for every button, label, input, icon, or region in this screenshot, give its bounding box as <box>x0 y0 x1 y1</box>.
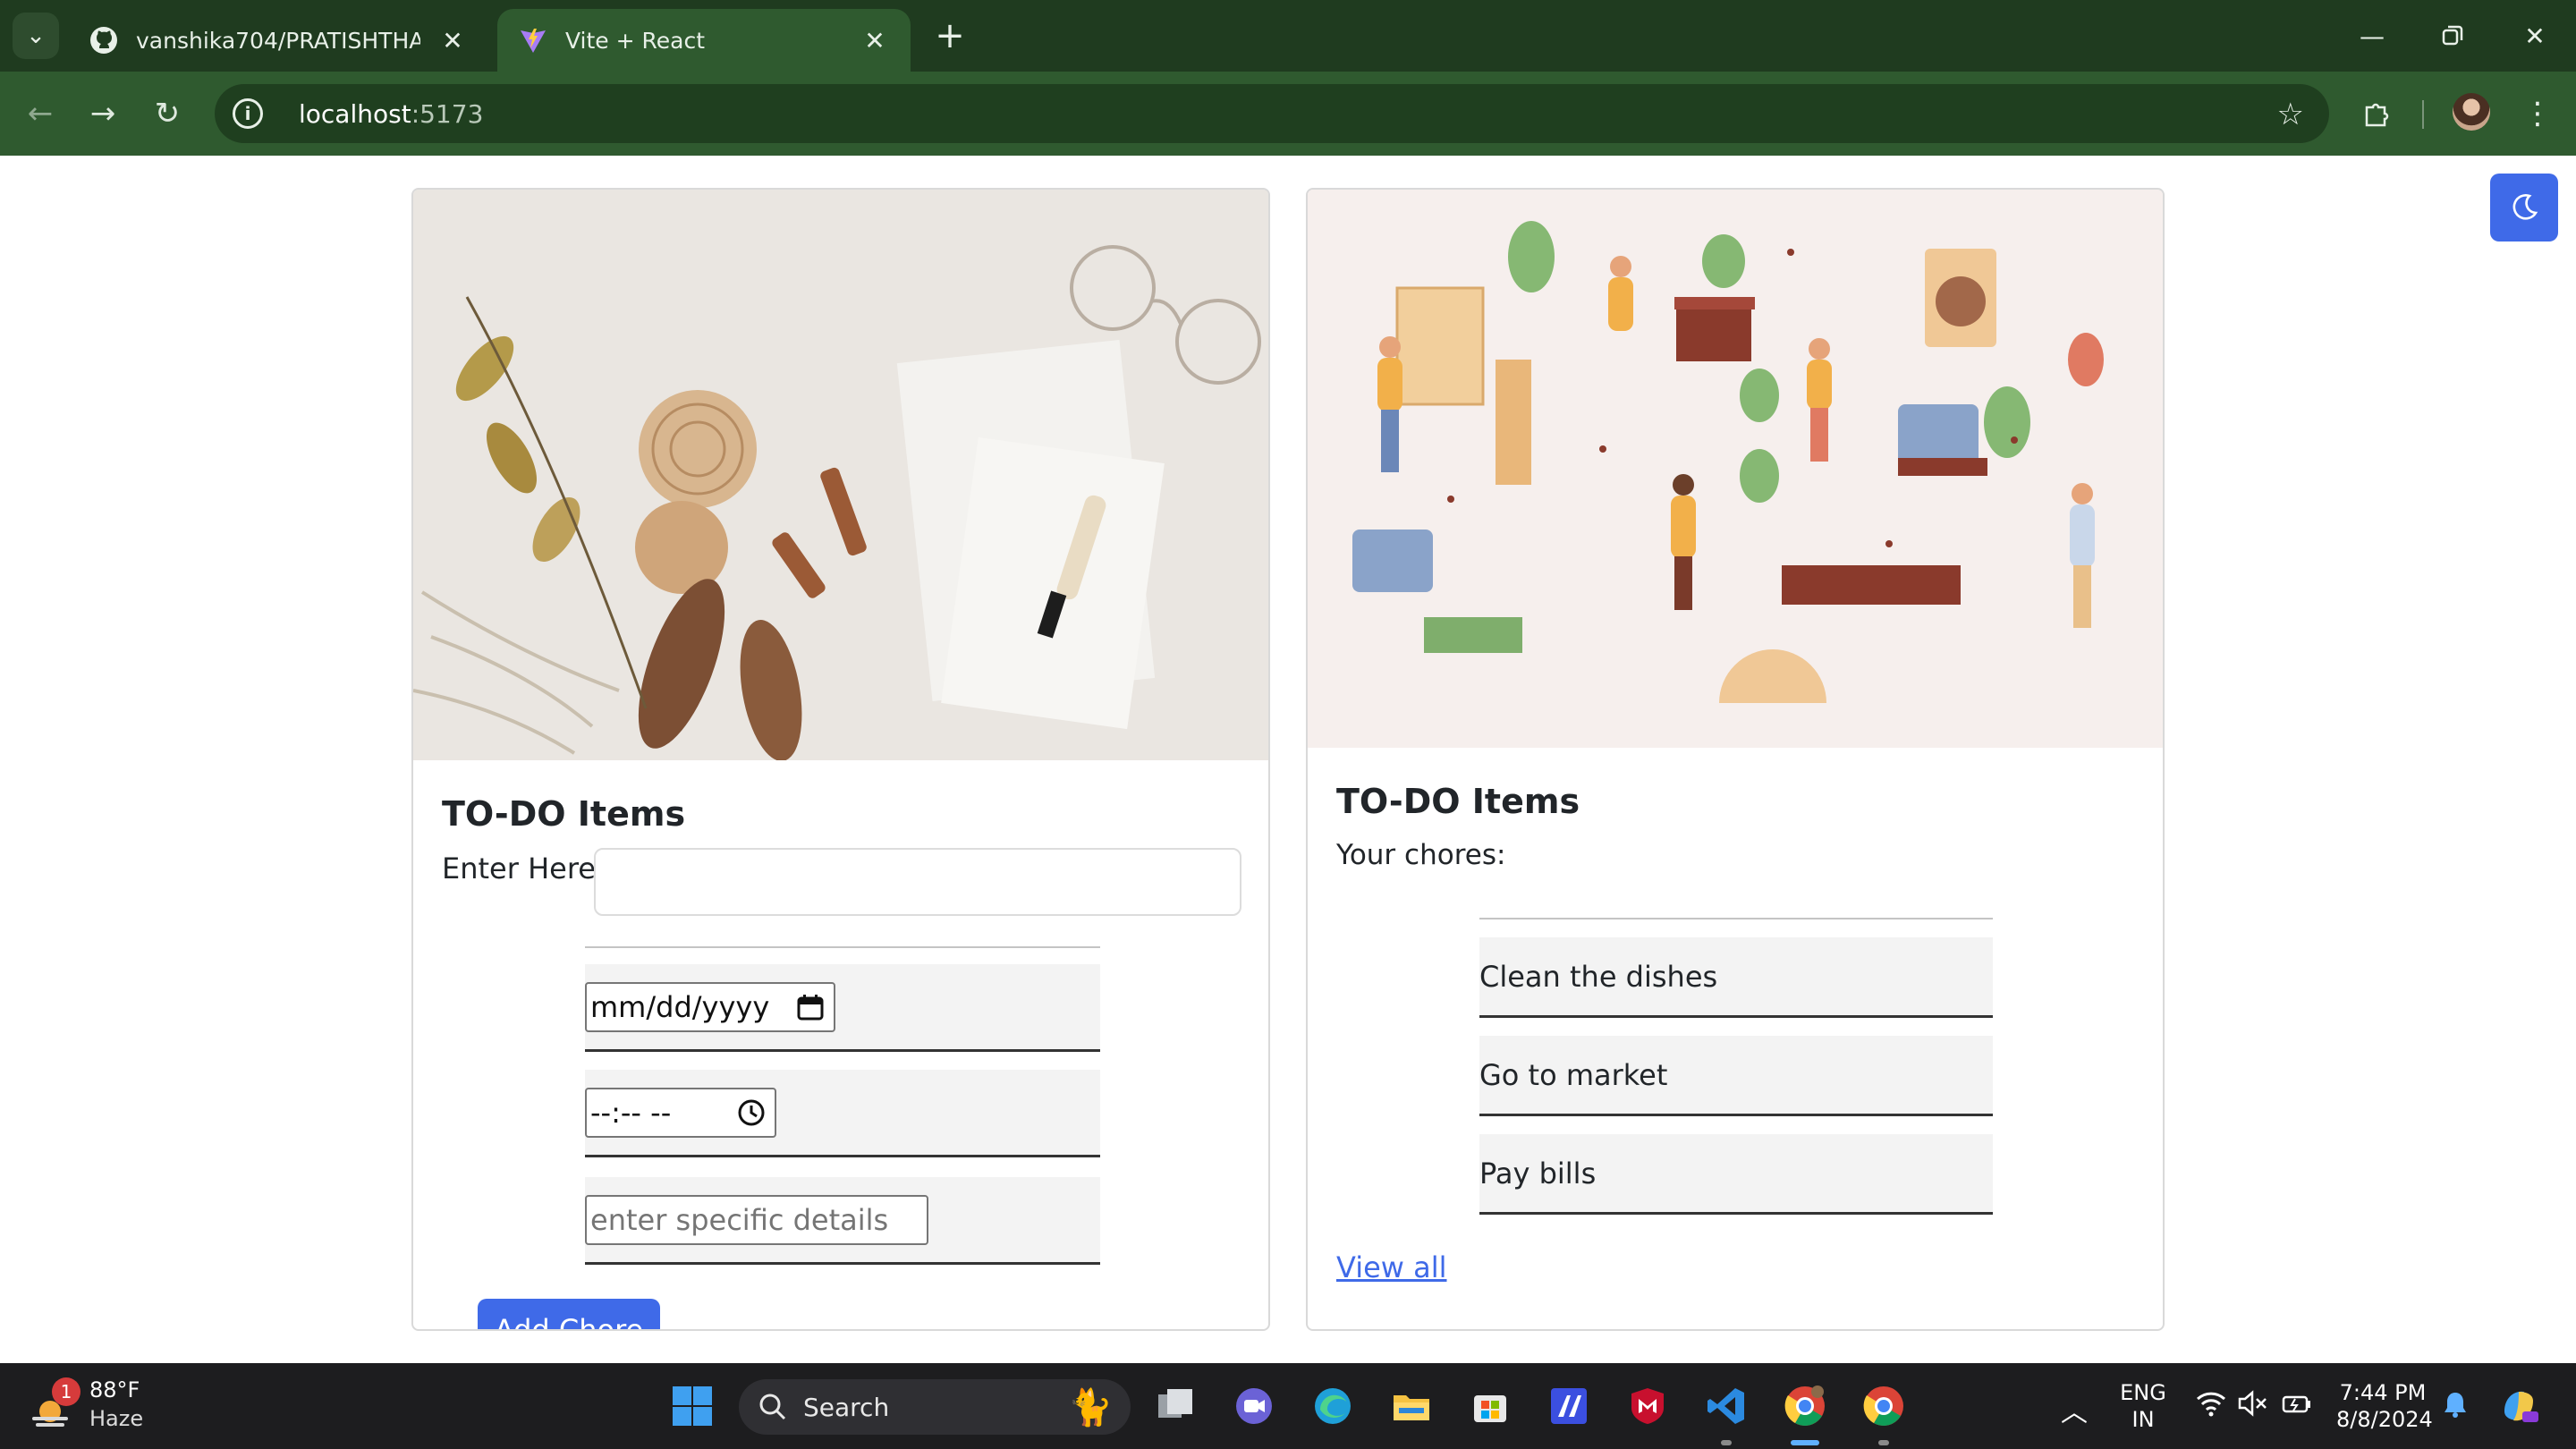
active-indicator <box>1791 1440 1819 1445</box>
url-host: localhost <box>299 98 411 129</box>
tab-github[interactable]: vanshika704/PRATISHTHA ✕ <box>68 9 488 72</box>
restore-icon[interactable] <box>2426 13 2479 59</box>
region-code: IN <box>2131 1407 2155 1432</box>
weather-widget[interactable]: 1 88°F Haze <box>25 1377 168 1436</box>
copilot-icon[interactable] <box>2492 1379 2546 1433</box>
chrome-profile-icon[interactable] <box>1778 1379 1832 1433</box>
language-indicator[interactable]: ENG IN <box>2114 1379 2172 1433</box>
chore-text-input[interactable] <box>594 848 1241 916</box>
dark-mode-toggle-button[interactable] <box>2490 174 2558 242</box>
moon-icon <box>2512 194 2538 220</box>
vite-icon <box>517 24 549 56</box>
running-indicator <box>1721 1440 1732 1445</box>
close-window-icon[interactable]: ✕ <box>2508 13 2562 59</box>
language-code: ENG <box>2120 1380 2166 1405</box>
toolbar-separator <box>2422 100 2424 129</box>
chore-item[interactable]: Clean the dishes <box>1479 937 1993 1018</box>
tab-close-icon[interactable]: ✕ <box>859 26 891 55</box>
date-field-row: mm/dd/yyyy <box>585 964 1100 1052</box>
weather-temperature: 88°F <box>89 1377 140 1402</box>
todo-form-card: TO-DO Items Enter Here mm/dd/yyyy --:-- … <box>411 188 1270 1331</box>
github-icon <box>88 24 120 56</box>
wifi-icon[interactable] <box>2195 1390 2227 1424</box>
new-tab-button[interactable]: + <box>930 15 970 56</box>
clock-icon[interactable] <box>737 1098 766 1127</box>
windows-taskbar: 1 88°F Haze Search 🐈 ︿ ENG IN 7:44 PM 8/… <box>0 1363 2576 1449</box>
reload-icon[interactable]: ↻ <box>145 91 190 136</box>
back-arrow-icon[interactable]: ← <box>18 91 63 136</box>
url-text[interactable]: localhost:5173 <box>299 99 483 129</box>
address-bar[interactable]: i localhost:5173 ☆ <box>215 84 2329 143</box>
weather-condition: Haze <box>89 1406 144 1431</box>
chevron-down-icon: ⌄ <box>26 22 46 49</box>
search-label: Search <box>803 1392 890 1422</box>
bookmark-star-icon[interactable]: ☆ <box>2277 97 2304 132</box>
battery-icon[interactable] <box>2281 1390 2313 1424</box>
cat-highlight-icon: 🐈 <box>1068 1386 1113 1428</box>
calendar-icon[interactable] <box>796 993 825 1021</box>
add-chore-button[interactable]: Add Chore <box>478 1299 660 1329</box>
tab-search-button[interactable]: ⌄ <box>13 13 59 59</box>
date-input-value: mm/dd/yyyy <box>590 990 770 1024</box>
chrome-icon[interactable] <box>1857 1379 1911 1433</box>
enter-here-label: Enter Here <box>442 852 596 886</box>
time-input-value: --:-- -- <box>590 1096 672 1130</box>
form-title: TO-DO Items <box>442 794 686 834</box>
date-input[interactable]: mm/dd/yyyy <box>585 982 835 1032</box>
extensions-icon[interactable] <box>2354 91 2399 136</box>
tab-vite-react[interactable]: Vite + React ✕ <box>497 9 911 72</box>
app-icon-blue[interactable] <box>1542 1379 1596 1433</box>
forward-arrow-icon[interactable]: → <box>80 91 125 136</box>
vscode-icon[interactable] <box>1699 1379 1753 1433</box>
tab-title: Vite + React <box>565 27 706 54</box>
notification-badge: 1 <box>52 1377 80 1406</box>
details-field-row: enter specific details <box>585 1177 1100 1265</box>
details-input[interactable]: enter specific details <box>585 1195 928 1245</box>
running-indicator <box>1878 1440 1889 1445</box>
minimize-icon[interactable]: — <box>2345 13 2399 59</box>
chore-item[interactable]: Go to market <box>1479 1036 1993 1116</box>
teams-meet-icon[interactable] <box>1227 1379 1281 1433</box>
chores-title: TO-DO Items <box>1336 782 1580 821</box>
task-view-icon[interactable] <box>1148 1379 1202 1433</box>
file-explorer-icon[interactable] <box>1385 1379 1438 1433</box>
search-icon <box>759 1394 786 1420</box>
form-divider <box>585 946 1100 948</box>
url-port: :5173 <box>411 98 484 129</box>
edge-browser-icon[interactable] <box>1306 1379 1360 1433</box>
speaker-muted-icon[interactable] <box>2236 1390 2268 1424</box>
mcafee-icon[interactable] <box>1621 1379 1674 1433</box>
chore-item[interactable]: Pay bills <box>1479 1134 1993 1215</box>
chevron-up-icon[interactable]: ︿ <box>2061 1390 2088 1429</box>
browser-toolbar: ← → ↻ i localhost:5173 ☆ ⋮ <box>0 72 2576 156</box>
view-all-link[interactable]: View all <box>1336 1250 1447 1284</box>
notification-bell-icon[interactable] <box>2442 1390 2469 1426</box>
browser-tab-strip: ⌄ vanshika704/PRATISHTHA ✕ Vite + React … <box>0 0 2576 72</box>
taskbar-search-box[interactable]: Search 🐈 <box>739 1379 1131 1435</box>
profile-avatar[interactable] <box>2453 93 2490 131</box>
browser-menu-icon[interactable]: ⋮ <box>2515 91 2560 136</box>
your-chores-label: Your chores: <box>1336 839 1506 871</box>
household-chores-illustration <box>1308 190 2163 748</box>
clock[interactable]: 7:44 PM 8/8/2024 <box>2336 1379 2433 1433</box>
time-input[interactable]: --:-- -- <box>585 1088 776 1138</box>
tab-title: vanshika704/PRATISHTHA <box>136 27 420 54</box>
time-field-row: --:-- -- <box>585 1070 1100 1157</box>
microsoft-store-icon[interactable] <box>1463 1379 1517 1433</box>
windows-start-icon[interactable] <box>665 1379 719 1433</box>
todo-flatlay-image <box>413 190 1268 760</box>
chores-divider <box>1479 918 1993 919</box>
clock-date: 8/8/2024 <box>2336 1407 2433 1432</box>
clock-time: 7:44 PM <box>2339 1380 2427 1405</box>
chores-list-card: TO-DO Items Your chores: Clean the dishe… <box>1306 188 2165 1331</box>
site-info-icon[interactable]: i <box>233 98 263 129</box>
tab-close-icon[interactable]: ✕ <box>436 26 469 55</box>
